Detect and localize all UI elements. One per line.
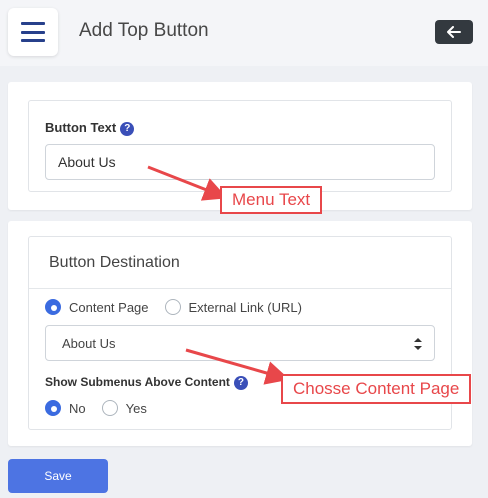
hamburger-icon [21,22,45,42]
menu-button[interactable] [8,8,58,56]
external-link-radio[interactable] [164,299,181,315]
arrow-left-icon [447,26,461,38]
destination-radio-group: Content Page External Link (URL) [45,299,318,315]
submenus-yes-label[interactable]: Yes [126,401,147,416]
destination-title: Button Destination [49,254,180,271]
divider [29,288,451,289]
button-text-panel: Button Text? About Us [28,100,452,192]
menu-text-annotation: Menu Text [220,186,323,214]
button-text-label-row: Button Text? [45,120,135,136]
destination-card: Button Destination Content Page External… [8,221,472,446]
content-page-label[interactable]: Content Page [69,300,149,315]
content-page-select[interactable]: About Us [45,325,435,361]
submenus-label: Show Submenus Above Content [45,375,230,389]
help-icon[interactable]: ? [233,375,248,390]
help-icon[interactable]: ? [120,121,135,136]
selected-page-value: About Us [62,335,116,351]
submenus-label-row: Show Submenus Above Content? [45,375,248,390]
save-button[interactable]: Save [8,459,108,493]
submenus-no-radio[interactable] [45,400,61,416]
page-title: Add Top Button [79,20,209,41]
submenus-radio-group: No Yes [45,400,163,416]
content-page-radio[interactable] [45,299,61,315]
button-text-label: Button Text [45,120,117,135]
external-link-label[interactable]: External Link (URL) [189,300,302,315]
select-arrows-icon [414,338,422,350]
content-page-annotation: Chosse Content Page [281,374,472,404]
back-button[interactable] [435,20,473,44]
button-text-input[interactable]: About Us [45,144,435,180]
submenus-no-label[interactable]: No [69,401,86,416]
header-bar: Add Top Button [0,0,488,66]
submenus-yes-radio[interactable] [101,400,118,416]
